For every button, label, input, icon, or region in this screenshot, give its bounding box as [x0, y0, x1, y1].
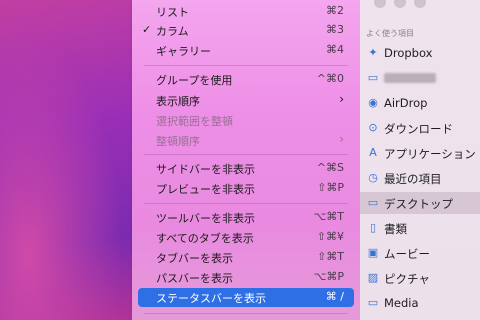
picture-icon: ▨	[367, 271, 379, 284]
menu-item-hide-toolbar[interactable]: ツールバーを非表示 ⌥⌘T	[138, 208, 354, 227]
submenu-arrow-icon: ›	[339, 92, 344, 106]
finder-sidebar: よく使う項目 ✦ Dropbox ▭ ◉ AirDrop ⊙ ダウンロード A …	[360, 0, 480, 320]
menu-item-clean-up-by: 整頓順序 ›	[156, 132, 344, 148]
menu-separator	[144, 65, 348, 66]
menu-item-use-groups[interactable]: グループを使用 ^⌘0	[138, 70, 354, 89]
menu-item-show-all-tabs[interactable]: すべてのタブを表示 ⇧⌘¥	[138, 228, 354, 247]
movie-icon: ▣	[367, 246, 379, 259]
minimize-window-icon[interactable]	[394, 0, 406, 8]
sidebar-item-dropbox[interactable]: ✦ Dropbox	[360, 42, 480, 64]
menu-item-sort-by[interactable]: 表示順序 ›	[138, 91, 354, 110]
checkmark-icon: ✓	[142, 23, 152, 36]
sidebar-item-recents[interactable]: ◷ 最近の項目	[360, 167, 480, 189]
desktop-wallpaper	[0, 0, 140, 320]
menu-item-hide-sidebar[interactable]: サイドバーを非表示 ^⌘S	[138, 159, 354, 178]
redacted-label	[384, 73, 436, 83]
download-icon: ⊙	[368, 121, 378, 134]
favorites-section-title: よく使う項目	[366, 29, 414, 38]
menu-separator	[144, 313, 348, 314]
menu-item-show-path-bar[interactable]: パスバーを表示 ⌥⌘P	[138, 268, 354, 287]
airdrop-icon: ◉	[368, 96, 378, 109]
sidebar-item-airdrop[interactable]: ◉ AirDrop	[360, 92, 480, 114]
sidebar-item-media[interactable]: ▭ Media	[360, 292, 480, 314]
sidebar-item-desktop[interactable]: ▭ デスクトップ	[360, 192, 480, 214]
document-icon: ▯	[369, 221, 377, 234]
sidebar-item-redacted-folder[interactable]: ▭	[360, 67, 480, 89]
menu-item-column[interactable]: ✓ カラム ⌘3	[138, 21, 354, 40]
sidebar-item-applications[interactable]: A アプリケーション	[360, 142, 480, 164]
sidebar-item-movies[interactable]: ▣ ムービー	[360, 242, 480, 264]
menu-separator	[144, 203, 348, 204]
applications-icon: A	[369, 146, 377, 159]
view-menu: リスト ⌘2 ✓ カラム ⌘3 ギャラリー ⌘4 グループを使用 ^⌘0 表示順…	[132, 0, 360, 320]
sidebar-item-documents[interactable]: ▯ 書類	[360, 217, 480, 239]
zoom-window-icon[interactable]	[414, 0, 426, 8]
clock-icon: ◷	[368, 171, 378, 184]
menu-item-gallery[interactable]: ギャラリー ⌘4	[138, 41, 354, 60]
desktop-icon: ▭	[367, 196, 379, 209]
menu-item-show-status-bar[interactable]: ステータスバーを表示 ⌘ /	[138, 288, 354, 307]
menu-item-list[interactable]: リスト ⌘2	[138, 2, 354, 21]
close-window-icon[interactable]	[374, 0, 386, 8]
sidebar-item-pictures[interactable]: ▨ ピクチャ	[360, 267, 480, 289]
sidebar-item-downloads[interactable]: ⊙ ダウンロード	[360, 117, 480, 139]
menu-item-hide-preview[interactable]: プレビューを非表示 ⇧⌘P	[138, 179, 354, 198]
menu-item-clean-up-selection: 選択範囲を整頓	[156, 115, 233, 128]
folder-icon: ▭	[367, 296, 379, 309]
folder-icon: ▭	[367, 71, 379, 84]
submenu-arrow-icon: ›	[339, 132, 344, 146]
menu-separator	[144, 154, 348, 155]
dropbox-icon: ✦	[368, 46, 378, 59]
menu-item-show-tab-bar[interactable]: タブバーを表示 ⇧⌘T	[138, 248, 354, 267]
